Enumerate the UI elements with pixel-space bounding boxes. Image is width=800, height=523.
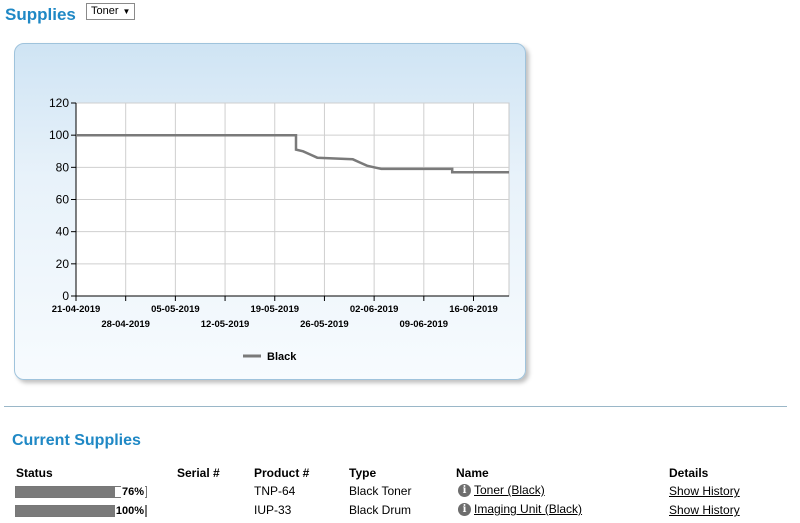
- name-cell: i Toner (Black): [458, 483, 545, 498]
- status-fill: [16, 487, 115, 497]
- col-header-type: Type: [349, 466, 377, 480]
- y-tick-label: 20: [56, 257, 70, 271]
- x-tick-label: 26-05-2019: [300, 319, 349, 330]
- divider: [4, 406, 787, 407]
- toner-black-link[interactable]: Toner (Black): [474, 483, 545, 497]
- product-cell: IUP-33: [254, 503, 292, 517]
- info-icon[interactable]: i: [458, 503, 471, 517]
- page-title: Supplies: [5, 5, 76, 24]
- current-supplies-title: Current Supplies: [12, 432, 141, 449]
- supply-type-selected: Toner: [91, 5, 119, 17]
- type-cell: Black Drum: [349, 503, 412, 517]
- y-tick-label: 100: [49, 128, 69, 142]
- product-cell: TNP-64: [254, 484, 296, 498]
- legend-label: Black: [267, 351, 297, 363]
- supply-type-select[interactable]: Toner ▼: [86, 3, 136, 20]
- col-header-product: Product #: [254, 466, 310, 480]
- type-cell: Black Toner: [349, 484, 412, 498]
- x-tick-label: 05-05-2019: [151, 304, 200, 315]
- col-header-details: Details: [669, 466, 709, 480]
- status-percent: 76%: [120, 486, 145, 499]
- x-tick-label: 19-05-2019: [250, 304, 299, 315]
- y-tick-label: 80: [56, 160, 70, 174]
- x-tick-label: 02-06-2019: [350, 304, 399, 315]
- chevron-down-icon: ▼: [122, 7, 131, 16]
- status-bar-toner: 76%: [15, 486, 147, 499]
- show-history-link-drum[interactable]: Show History: [669, 503, 740, 517]
- status-percent: 100%: [114, 505, 145, 518]
- imaging-unit-black-link[interactable]: Imaging Unit (Black): [474, 502, 582, 516]
- x-tick-label: 12-05-2019: [201, 319, 250, 330]
- supplies-chart: 0 20 40 60 80 100 120 21-04-2019 05-05-2019 19-05…: [49, 96, 510, 363]
- y-tick-label: 0: [62, 289, 69, 303]
- x-tick-label: 09-06-2019: [400, 319, 449, 330]
- info-icon[interactable]: i: [458, 484, 471, 498]
- col-header-status: Status: [16, 466, 53, 480]
- x-tick-label: 16-06-2019: [449, 304, 498, 315]
- y-tick-label: 120: [49, 96, 69, 110]
- name-cell: i Imaging Unit (Black): [458, 502, 582, 517]
- y-tick-label: 40: [56, 225, 70, 239]
- show-history-link-toner[interactable]: Show History: [669, 484, 740, 498]
- col-header-name: Name: [456, 466, 489, 480]
- col-header-serial: Serial #: [177, 466, 220, 480]
- supplies-chart-panel: 0 20 40 60 80 100 120 21-04-2019 05-05-2019 19-05…: [14, 43, 526, 380]
- x-tick-label: 21-04-2019: [52, 304, 101, 315]
- x-tick-label: 28-04-2019: [101, 319, 150, 330]
- status-bar-drum: 100%: [15, 505, 147, 518]
- y-tick-label: 60: [56, 193, 70, 207]
